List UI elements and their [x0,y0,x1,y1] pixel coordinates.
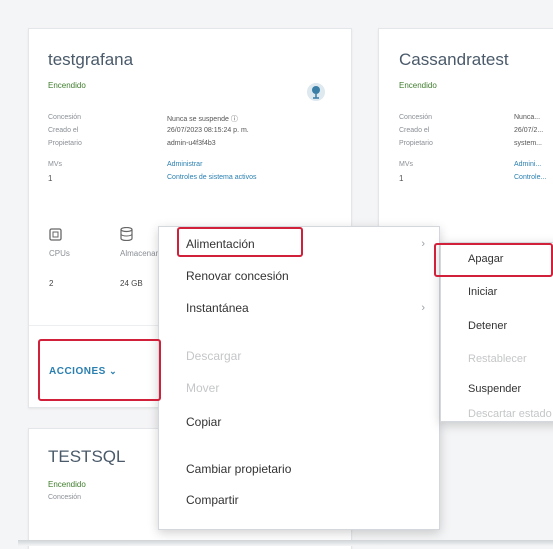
system-controls-link[interactable]: Controles de sistema activos [167,174,256,181]
chevron-right-icon: › [421,302,425,314]
submenu-item-detener[interactable]: Detener [441,311,553,341]
workspace-canvas: testgrafana Encendido Concesión Nunca se… [0,0,553,549]
submenu-item-label: Descartar estado [468,408,552,420]
submenu-item-label: Detener [468,320,508,332]
menu-item-label: Compartir [186,493,239,507]
menu-item-mover: Mover [159,373,439,403]
chevron-right-icon: › [421,238,425,250]
card-title[interactable]: TESTSQL [48,447,125,467]
administrar-link[interactable]: Admini... [514,161,541,168]
menu-item-instantanea[interactable]: Instantánea › [159,293,439,323]
menu-item-descargar: Descargar [159,341,439,371]
meta-label-propietario: Propietario [48,140,82,147]
administrar-link[interactable]: Administrar [167,161,202,168]
menu-item-label: Renovar concesión [186,269,289,283]
system-controls-link[interactable]: Controle... [514,174,546,181]
stat-label-storage: Almacenamiento [120,249,158,258]
highlight-apagar [434,243,553,277]
meta-label-propietario: Propietario [399,140,433,147]
meta-label-creado: Creado el [48,127,79,134]
submenu-item-iniciar[interactable]: Iniciar [441,277,553,307]
status-badge: Encendido [399,81,437,90]
menu-item-label: Copiar [186,415,222,429]
meta-value-propietario: system... [514,140,543,147]
highlight-actions [38,339,161,401]
submenu-item-restablecer: Restablecer [441,344,553,374]
menu-item-cambiar-propietario[interactable]: Cambiar propietario [159,454,439,484]
meta-label-concesion: Concesión [48,114,82,121]
vm-count: 1 [399,174,404,183]
menu-item-label: Instantánea [186,301,249,315]
meta-value-concesion: Nunca se suspende ⓘ [167,116,238,123]
menu-item-label: Mover [186,381,220,395]
menu-item-label: Descargar [186,349,242,363]
meta-label-mvs: MVs [399,161,413,168]
submenu-item-descartar-estado: Descartar estado [441,399,553,429]
storage-icon [120,227,133,241]
actions-context-menu: Alimentación › Renovar concesión Instant… [158,226,440,530]
status-badge: Encendido [48,480,86,489]
stat-value-storage: 24 GB [120,279,143,288]
meta-label-concesion: Concesión [399,114,433,121]
submenu-item-label: Suspender [468,383,522,395]
submenu-item-label: Restablecer [468,353,527,365]
network-icon[interactable] [305,81,327,103]
status-badge: Encendido [48,81,86,90]
meta-value-creado: 26/07/2... [514,127,544,134]
meta-value-propietario: admin-u4f3f4b3 [167,140,216,147]
meta-label-concesion: Concesión [48,494,82,501]
meta-label-mvs: MVs [48,161,62,168]
submenu-item-label: Iniciar [468,286,498,298]
vm-count: 1 [48,174,53,183]
highlight-alimentacion [177,227,303,257]
meta-value-concesion: Nunca... [514,114,541,121]
meta-label-creado: Creado el [399,127,430,134]
cpu-icon [49,228,62,241]
stat-label-cpus: CPUs [49,249,70,258]
menu-item-label: Cambiar propietario [186,462,292,476]
card-title[interactable]: testgrafana [48,50,133,70]
card-title[interactable]: Cassandratest [399,50,509,70]
meta-value-creado: 26/07/2023 08:15:24 p. m. [167,127,249,134]
menu-item-copiar[interactable]: Copiar [159,407,439,437]
page-bottom-edge [18,540,553,546]
menu-item-compartir[interactable]: Compartir [159,485,439,515]
stat-value-cpus: 2 [49,279,54,288]
menu-item-renovar-concesion[interactable]: Renovar concesión [159,261,439,291]
